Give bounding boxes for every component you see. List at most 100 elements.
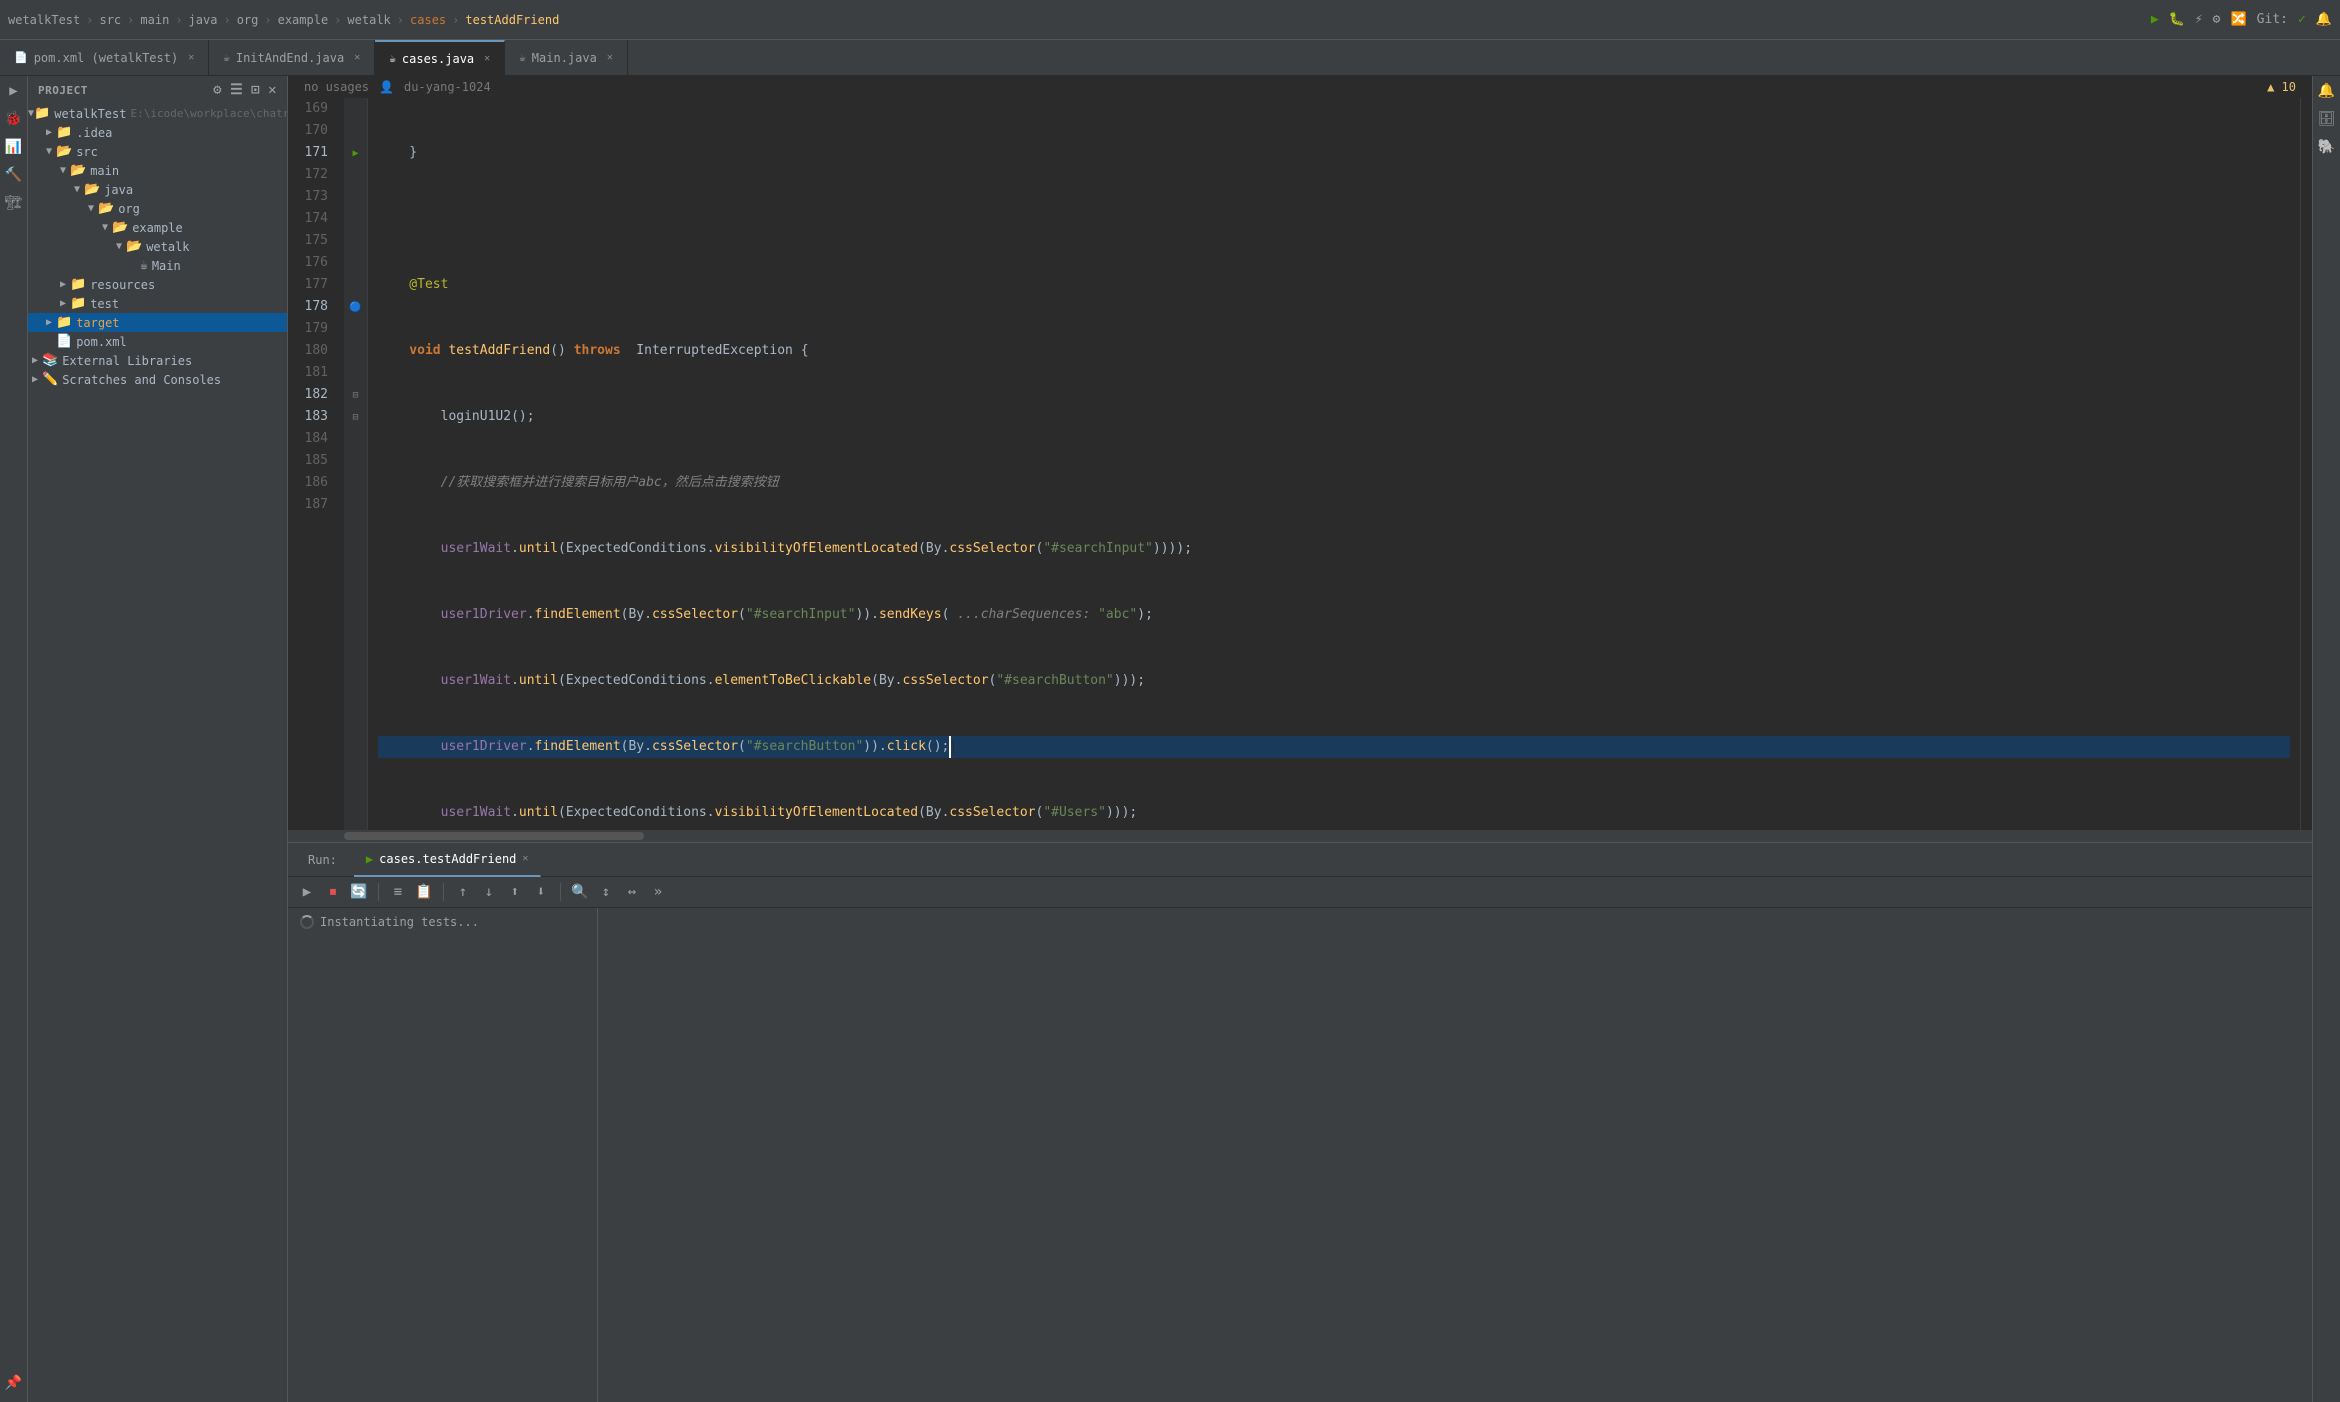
settings-icon[interactable]: ⚙ (2213, 12, 2221, 27)
right-icons-panel: 🔔 🗄 🐘 (2312, 76, 2340, 1402)
rerun-btn[interactable]: 🔄 (348, 881, 370, 903)
bc-main[interactable]: main (140, 13, 169, 27)
gutter-test-icon[interactable]: ▶ (344, 142, 367, 164)
sidebar-collapse-icon[interactable]: ☰ (230, 82, 243, 98)
line-numbers: 169 170 171 172 173 174 175 176 177 178 … (288, 98, 344, 830)
search-btn[interactable]: 🔍 (569, 881, 591, 903)
gutter-debug-icon[interactable]: 🔵 (344, 296, 367, 318)
tree-org[interactable]: ▼ 📂 org (28, 199, 287, 218)
tab-init[interactable]: ☕ InitAndEnd.java ✕ (209, 40, 375, 76)
tree-label-src: src (76, 145, 98, 159)
vertical-scrollbar[interactable] (2300, 98, 2312, 830)
sidebar-close-icon[interactable]: ✕ (268, 82, 277, 98)
git-status-icon[interactable]: ✓ (2298, 12, 2306, 27)
bottom-toolbar: ▶ ⏹ 🔄 ≡ 📋 ↑ ↓ ⬆ ⬇ 🔍 ↕ ↔ » (288, 877, 2312, 908)
tab-cases-run[interactable]: ▶ cases.testAddFriend ✕ (354, 843, 542, 877)
tree-wetalktest[interactable]: ▼ 📁 wetalkTest E:\icode\workplace\chatro… (28, 104, 287, 123)
debug-icon[interactable]: 🐛 (2169, 12, 2185, 27)
vcs-icon[interactable]: 🔀 (2230, 12, 2246, 27)
stop-btn[interactable]: ⏹ (322, 881, 344, 903)
tab-main-close[interactable]: ✕ (607, 52, 613, 63)
debug-tool-icon[interactable]: 🐞 (3, 108, 25, 130)
notification-icon[interactable]: 🔔 (2316, 12, 2332, 27)
tree-main[interactable]: ▼ 📂 main (28, 161, 287, 180)
database-icon[interactable]: 🗄 (2316, 108, 2338, 130)
expand-btn[interactable]: ↕ (595, 881, 617, 903)
code-area: 169 170 171 172 173 174 175 176 177 178 … (288, 98, 2312, 830)
toolbar-sep1 (378, 883, 379, 901)
pin-icon[interactable]: 📌 (3, 1372, 25, 1394)
tab-run[interactable]: Run: (296, 843, 350, 877)
down-btn[interactable]: ⬇ (530, 881, 552, 903)
bc-src[interactable]: src (99, 13, 121, 27)
cases-run-close[interactable]: ✕ (522, 853, 528, 864)
warning-label: ▲ 10 (2267, 80, 2296, 94)
up-btn[interactable]: ⬆ (504, 881, 526, 903)
gradle-icon[interactable]: 🐘 (2316, 136, 2338, 158)
sidebar-expand-icon[interactable]: ⊡ (251, 82, 260, 98)
tree-label-example: example (132, 221, 183, 235)
bc-example[interactable]: example (278, 13, 329, 27)
tree-label-mainfile: Main (152, 259, 181, 273)
tree-src[interactable]: ▼ 📂 src (28, 142, 287, 161)
structure-icon[interactable]: 🏗 (3, 192, 25, 214)
horizontal-scrollbar[interactable] (288, 830, 2312, 842)
editor-info-bar: no usages 👤 du-yang-1024 ▲ 10 (288, 76, 2312, 98)
toolbar-sep3 (560, 883, 561, 901)
toolbar-sep2 (443, 883, 444, 901)
tab-cases[interactable]: ☕ cases.java ✕ (375, 40, 505, 76)
project-tree: ▼ 📁 wetalkTest E:\icode\workplace\chatro… (28, 104, 287, 389)
notification-right-icon[interactable]: 🔔 (2316, 80, 2338, 102)
tree-mainfile[interactable]: ▶ ☕ Main (28, 256, 287, 275)
tree-label-java: java (104, 183, 133, 197)
gutter-fold2[interactable]: ⊟ (344, 406, 367, 428)
coverage-icon[interactable]: ⚡ (2195, 12, 2203, 27)
tree-java[interactable]: ▼ 📂 java (28, 180, 287, 199)
tree-test[interactable]: ▶ 📁 test (28, 294, 287, 313)
editor-area: no usages 👤 du-yang-1024 ▲ 10 169 170 17… (288, 76, 2312, 842)
bc-method[interactable]: testAddFriend (465, 13, 559, 27)
bc-java[interactable]: java (189, 13, 218, 27)
more-btn[interactable]: » (647, 881, 669, 903)
tab-main[interactable]: ☕ Main.java ✕ (505, 40, 628, 76)
tree-label-wetalktest: wetalkTest (54, 107, 126, 121)
tab-cases-close[interactable]: ✕ (484, 53, 490, 64)
run-btn[interactable]: ▶ (296, 881, 318, 903)
loading-spinner (300, 915, 314, 929)
tree-pomxml[interactable]: ▶ 📄 pom.xml (28, 332, 287, 351)
tree-example[interactable]: ▼ 📂 example (28, 218, 287, 237)
usages-label: no usages (304, 80, 369, 94)
gutter-fold1[interactable]: ⊟ (344, 384, 367, 406)
tree-target[interactable]: ▶ 📁 target (28, 313, 287, 332)
bc-org[interactable]: org (237, 13, 259, 27)
tab-pom[interactable]: 📄 pom.xml (wetalkTest) ✕ (0, 40, 209, 76)
tree-wetalk[interactable]: ▼ 📂 wetalk (28, 237, 287, 256)
code-content[interactable]: } @Test void testAddFriend() throws Inte… (368, 98, 2300, 830)
collapse-btn[interactable]: ↔ (621, 881, 643, 903)
tab-cases-label: cases.java (402, 52, 474, 66)
tab-pom-close[interactable]: ✕ (188, 52, 194, 63)
tree-external-libs[interactable]: ▶ 📚 External Libraries (28, 351, 287, 370)
tab-init-close[interactable]: ✕ (354, 52, 360, 63)
tree-resources[interactable]: ▶ 📁 resources (28, 275, 287, 294)
tree-scratches[interactable]: ▶ ✏️ Scratches and Consoles (28, 370, 287, 389)
bottom-panel: Run: ▶ cases.testAddFriend ✕ ▶ ⏹ 🔄 ≡ 📋 ↑… (288, 842, 2312, 1402)
run-tool-icon[interactable]: ▶ (3, 80, 25, 102)
tabs-bar: 📄 pom.xml (wetalkTest) ✕ ☕ InitAndEnd.ja… (0, 40, 2340, 76)
main-icon: ☕ (519, 51, 526, 64)
prev-fail-btn[interactable]: ↑ (452, 881, 474, 903)
cases-icon: ☕ (389, 52, 396, 65)
build-tool-icon[interactable]: 🔨 (3, 164, 25, 186)
profiler-icon[interactable]: 📊 (3, 136, 25, 158)
filter-btn[interactable]: 📋 (413, 881, 435, 903)
bc-wetalktest[interactable]: wetalkTest (8, 13, 80, 27)
sort-btn[interactable]: ≡ (387, 881, 409, 903)
build-icon[interactable]: ▶ (2151, 12, 2159, 27)
bc-cases[interactable]: cases (410, 13, 446, 27)
tree-idea[interactable]: ▶ 📁 .idea (28, 123, 287, 142)
bc-wetalk[interactable]: wetalk (347, 13, 390, 27)
tree-label-scratches: Scratches and Consoles (62, 373, 221, 387)
sidebar-settings-icon[interactable]: ⚙ (213, 82, 222, 98)
tree-label-wetalk: wetalk (146, 240, 189, 254)
next-fail-btn[interactable]: ↓ (478, 881, 500, 903)
